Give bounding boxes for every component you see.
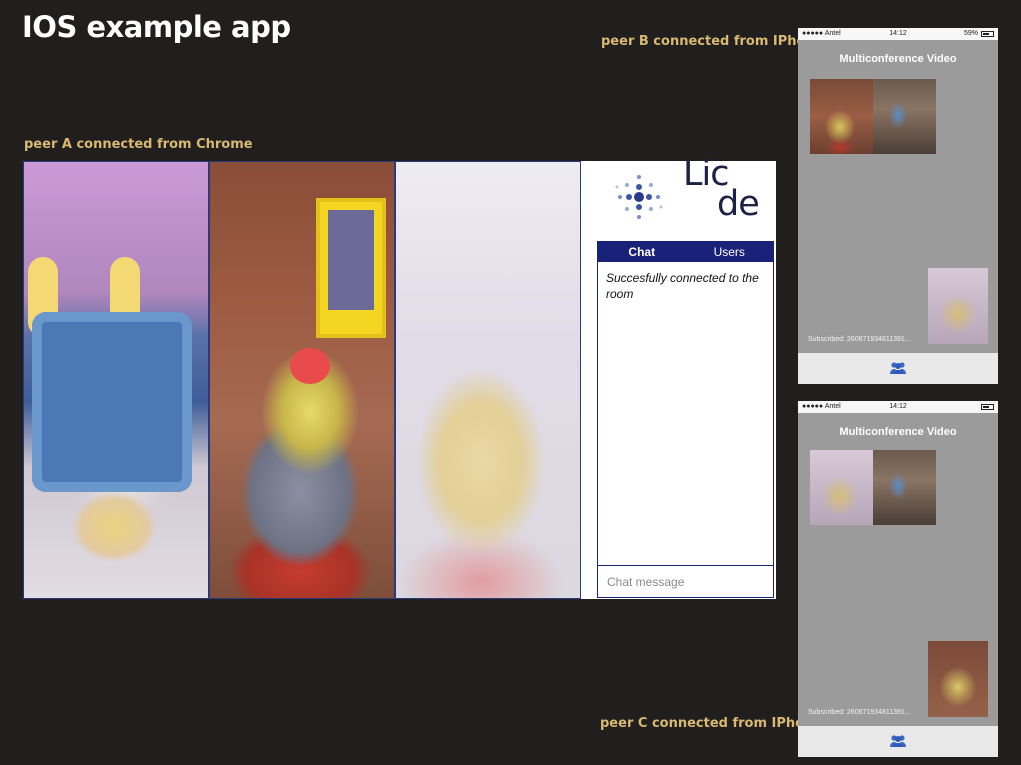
chat-log: Succesfully connected to the room — [598, 262, 773, 566]
licode-star-icon — [615, 175, 663, 219]
caption-peer-c: peer C connected from IPhone — [600, 716, 823, 731]
chat-tabs: Chat Users — [598, 242, 773, 262]
remote-video — [810, 450, 873, 525]
iphone-peer-c: ●●●●● Antel 14:12 Multiconference Video … — [798, 401, 998, 757]
page-title: IOS example app — [22, 10, 291, 44]
video-stream-2 — [209, 161, 395, 599]
subscribed-label: Subscribed: 260671934811391... — [808, 709, 911, 716]
video-decor — [32, 312, 192, 492]
licode-logo: Lic de — [581, 157, 776, 233]
video-decor — [316, 198, 386, 338]
video-decor — [396, 162, 580, 598]
phone-title: Multiconference Video — [839, 426, 957, 438]
caption-peer-b: peer B connected from IPhone — [601, 34, 824, 49]
local-video — [928, 641, 988, 717]
tab-chat[interactable]: Chat — [598, 242, 686, 262]
subscribed-label: Subscribed: 260671934811391... — [808, 336, 911, 343]
chrome-client: Lic de Chat Users Succesfully connected … — [23, 157, 776, 599]
chat-message-input[interactable] — [598, 566, 773, 597]
clock: 14:12 — [889, 403, 907, 410]
tab-users[interactable]: Users — [686, 242, 774, 262]
local-video — [928, 268, 988, 344]
status-bar: ●●●●● Antel 14:12 — [798, 401, 998, 413]
chat-message: Succesfully connected to the room — [606, 271, 759, 301]
battery-icon — [981, 404, 994, 410]
remote-video — [873, 450, 936, 525]
people-icon[interactable] — [889, 361, 907, 375]
phone-tab-bar — [798, 726, 998, 757]
battery-icon — [981, 31, 994, 37]
chat-panel: Chat Users Succesfully connected to the … — [597, 241, 774, 598]
caption-peer-a: peer A connected from Chrome — [24, 137, 253, 152]
people-icon[interactable] — [889, 734, 907, 748]
licode-wordmark: Lic de — [683, 157, 760, 222]
iphone-peer-b: ●●●●● Antel 14:12 59% Multiconference Vi… — [798, 28, 998, 384]
video-stream-3 — [395, 161, 581, 599]
phone-title: Multiconference Video — [839, 53, 957, 65]
phone-tab-bar — [798, 353, 998, 384]
status-bar: ●●●●● Antel 14:12 59% — [798, 28, 998, 40]
remote-video — [810, 79, 873, 154]
remote-video — [873, 79, 936, 154]
video-decor — [290, 348, 330, 384]
battery-percent: 59% — [963, 30, 978, 37]
video-stream-1 — [23, 161, 209, 599]
